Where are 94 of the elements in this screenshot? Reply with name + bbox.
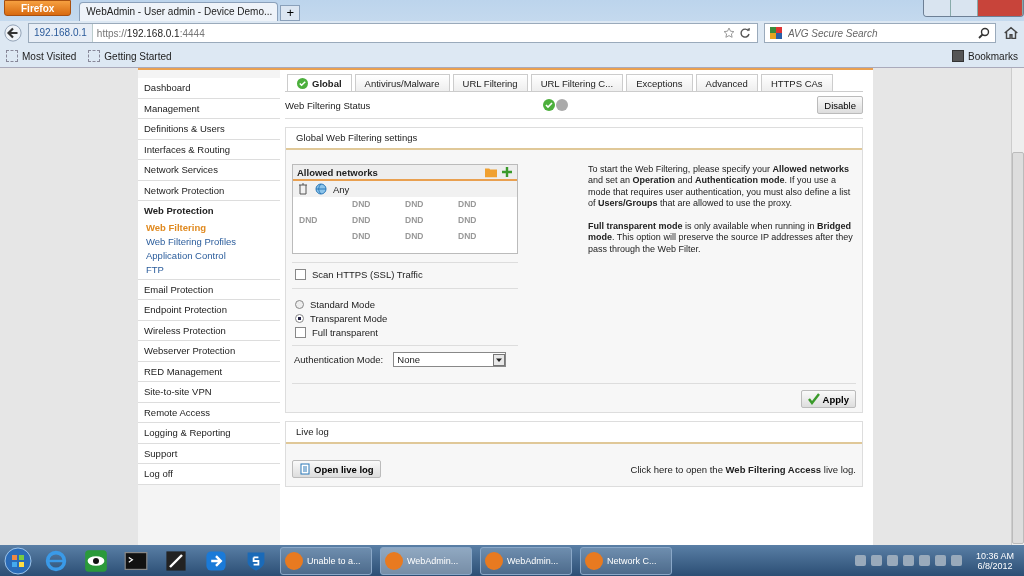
star-icon[interactable] [723,27,735,39]
pen-tool-icon[interactable] [164,548,188,573]
checkbox-label: Scan HTTPS (SSL) Traffic [312,269,423,280]
field-label: Authentication Mode: [294,354,384,365]
sidebar-item[interactable]: Dashboard [138,78,280,99]
sidebar-item[interactable]: Network Services [138,160,280,181]
taskbar-window[interactable]: Network C... [580,546,672,575]
live-log-hint: Click here to open the Web Filtering Access live log. [630,463,856,475]
drop-hint-text: DND [352,215,372,225]
checkbox[interactable] [295,269,306,280]
clock[interactable]: 10:36 AM 6/8/2012 [969,550,1020,571]
system-tray-icons[interactable] [854,555,962,566]
tab[interactable]: URL Filtering [452,74,528,91]
browser-icon[interactable] [44,548,68,573]
sidebar-item[interactable]: Logging & Reporting [138,423,280,444]
help-paragraph: To start the Web Filtering, please specify your Allowed networks and set an Operation and Authentication mode. If you use a mode that requires user authentication, you must also define a list of Users/Groups that are allowed to use the proxy. [588,164,852,210]
start-button-icon[interactable] [4,546,32,575]
panel-title: Live log [286,422,862,444]
sidebar-item[interactable]: Webserver Protection [138,341,280,362]
sidebar-item[interactable]: Site-to-site VPN [138,382,280,403]
browser-tab[interactable]: WebAdmin - User admin - Device Demo... [79,2,279,21]
drop-hint-text: DND [405,215,425,225]
check-circle-icon [297,77,308,89]
address-bar[interactable]: 192.168.0.1 https://192.168.0.1:4444 [28,23,758,43]
authentication-dropdown[interactable]: None [393,352,507,367]
bookmark-link[interactable]: Most Visited [6,50,77,62]
drop-hint-text: DND [405,231,425,241]
taskbar-window[interactable]: WebAdmin... [480,546,572,575]
search-icon [978,27,990,39]
taskbar-window[interactable]: Unable to a... [280,546,372,575]
sidebar-item[interactable]: Wireless Protection [138,320,280,341]
trash-icon[interactable] [297,183,309,195]
radio-label: Transparent Mode [310,312,388,324]
sidebar-item[interactable]: Email Protection [138,279,280,300]
new-tab-button[interactable]: + [280,5,301,21]
tab[interactable]: Global [287,74,352,91]
search-bar[interactable]: AVG Secure Search [764,23,996,43]
sidebar-item[interactable]: Endpoint Protection [138,300,280,321]
bookmarks-menu[interactable]: Bookmarks [952,50,1018,62]
sidebar-subitem[interactable]: FTP [146,262,280,277]
site-identity-badge: 192.168.0.1 [29,24,93,42]
reload-icon[interactable] [739,27,751,39]
apply-button[interactable]: Apply [800,390,856,408]
sidebar-item[interactable]: Network Protection [138,180,280,201]
drop-hint-text: DND [299,215,319,225]
window-controls[interactable] [923,0,1024,17]
tab[interactable]: HTTPS CAs [760,74,833,91]
checkmark-icon [807,393,820,405]
sidebar-item[interactable]: Management [138,98,280,119]
sidebar-item[interactable]: Definitions & Users [138,119,280,140]
status-toggle[interactable] [543,99,568,111]
status-label: Web Filtering Status [285,99,372,111]
radio-button[interactable] [295,299,304,309]
url-text: https://192.168.0.1:4444 [96,27,205,39]
sidebar-subitem[interactable]: Web Filtering Profiles [146,234,280,249]
clock-date: 6/8/2012 [977,560,1013,571]
drop-hint-text: DND [458,231,478,241]
back-arrow-icon[interactable] [4,24,22,42]
radio-label: Standard Mode [310,298,375,310]
scrollbar[interactable] [1011,68,1024,545]
eye-icon[interactable] [84,548,108,573]
search-engine-icon [770,27,782,39]
drop-hint-text: DND [352,231,372,241]
check-icon [543,99,555,111]
sidebar-item[interactable]: Web Protection [138,201,280,221]
home-icon[interactable] [1002,24,1020,42]
sidebar-item[interactable]: Interfaces & Routing [138,139,280,160]
panel-title: Global Web Filtering settings [286,128,862,150]
network-name: Any [333,183,350,195]
tab[interactable]: Exceptions [626,74,693,91]
drop-hint-text: DND [352,199,372,209]
tab[interactable]: Advanced [695,74,758,91]
sidebar-item[interactable]: Remote Access [138,402,280,423]
plus-icon[interactable] [501,166,513,178]
checkbox-label: Full transparent [312,326,378,338]
disable-button[interactable]: Disable [817,96,863,114]
sidebar-item[interactable]: Support [138,443,280,464]
box-title: Allowed networks [297,166,379,178]
drop-hint-text: DND [458,199,478,209]
tab[interactable]: Antivirus/Malware [354,74,450,91]
radio-button[interactable] [295,313,304,323]
clock-time: 10:36 AM [975,550,1014,561]
drop-hint-text: DND [458,215,478,225]
sidebar-item[interactable]: RED Management [138,361,280,382]
tab[interactable]: URL Filtering C... [530,74,624,91]
help-paragraph: Full transparent mode is only available when running in Bridged mode. This option will preserve the source IP addresses after they pass through the Web Filter. [588,221,854,256]
globe-icon [315,183,327,195]
document-icon [299,463,311,475]
open-live-log-button[interactable]: Open live log [292,460,381,478]
checkbox[interactable] [295,326,306,338]
bookmark-link[interactable]: Getting Started [88,50,172,62]
sidebar-subitem[interactable]: Application Control [146,248,280,263]
drop-hint-text: DND [405,199,425,209]
sidebar-item[interactable]: Log off [138,464,280,485]
